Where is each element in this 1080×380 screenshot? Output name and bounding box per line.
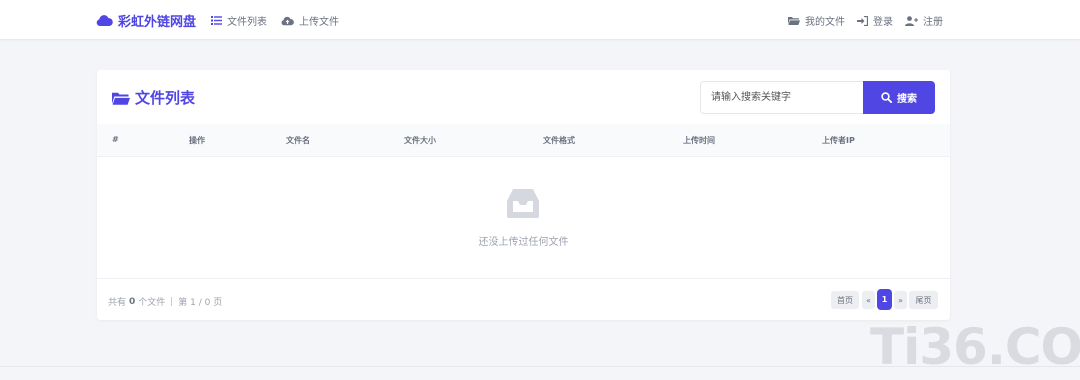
nav-upload-label: 上传文件 xyxy=(299,17,339,28)
nav-upload[interactable]: 上传文件 xyxy=(281,13,339,28)
column-header-format: 文件格式 xyxy=(543,136,575,145)
pagination-page-1[interactable]: 1 xyxy=(877,289,892,310)
column-header-uploader-ip: 上传者IP xyxy=(822,136,855,145)
nav-register[interactable]: 注册 xyxy=(905,13,943,28)
file-list-card: 文件列表 搜索 # 操作 文件名 文件大小 文件格式 上传时间 上传者IP 还没… xyxy=(97,70,950,320)
pagination-next[interactable]: » xyxy=(894,291,907,309)
search-icon xyxy=(881,92,892,103)
nav-file-list[interactable]: 文件列表 xyxy=(211,13,267,28)
nav-register-label: 注册 xyxy=(923,17,943,28)
nav-my-files[interactable]: 我的文件 xyxy=(788,13,845,28)
sign-in-icon xyxy=(857,15,868,26)
column-header-index: # xyxy=(112,135,119,144)
nav-file-list-label: 文件列表 xyxy=(227,17,267,28)
nav-my-files-label: 我的文件 xyxy=(805,17,845,28)
divider xyxy=(171,297,173,306)
column-header-filename: 文件名 xyxy=(286,136,310,145)
table-header: # 操作 文件名 文件大小 文件格式 上传时间 上传者IP xyxy=(97,124,950,157)
inbox-icon xyxy=(507,189,539,218)
search-button[interactable]: 搜索 xyxy=(863,81,935,114)
file-count-info: 共有 0 个文件 第 1 / 0 页 xyxy=(108,295,223,309)
pagination-last[interactable]: 尾页 xyxy=(909,291,938,309)
file-count-value: 0 xyxy=(129,296,136,307)
nav-login-label: 登录 xyxy=(873,17,893,28)
user-plus-icon xyxy=(905,15,918,26)
column-header-upload-time: 上传时间 xyxy=(683,136,715,145)
folder-open-icon xyxy=(788,17,800,25)
search-input[interactable] xyxy=(700,81,864,114)
divider xyxy=(0,366,1080,367)
pagination-prev[interactable]: « xyxy=(862,291,875,309)
page-title: 文件列表 xyxy=(112,87,195,108)
empty-state-message: 还没上传过任何文件 xyxy=(478,237,569,248)
pagination-first[interactable]: 首页 xyxy=(831,291,859,309)
brand-logo[interactable]: 彩虹外链网盘 xyxy=(96,11,196,30)
file-count-prefix: 共有 xyxy=(108,298,127,308)
column-header-filesize: 文件大小 xyxy=(404,136,436,145)
nav-login[interactable]: 登录 xyxy=(857,13,893,28)
top-navbar: 彩虹外链网盘 文件列表 上传文件 我的文件 登录 注册 xyxy=(0,0,1080,40)
page-title-text: 文件列表 xyxy=(135,89,196,107)
cloud-upload-icon xyxy=(281,16,294,25)
table-footer: 共有 0 个文件 第 1 / 0 页 首页 « 1 » 尾页 xyxy=(97,278,950,320)
file-count-suffix: 个文件 xyxy=(138,298,166,308)
cloud-icon xyxy=(96,15,113,27)
folder-open-icon xyxy=(112,92,130,105)
column-header-actions: 操作 xyxy=(189,136,205,145)
brand-name: 彩虹外链网盘 xyxy=(118,15,197,30)
watermark: Ti36.COM xyxy=(870,318,1080,376)
list-icon xyxy=(211,16,222,25)
search-button-label: 搜索 xyxy=(897,94,917,105)
page-info: 第 1 / 0 页 xyxy=(178,298,223,308)
